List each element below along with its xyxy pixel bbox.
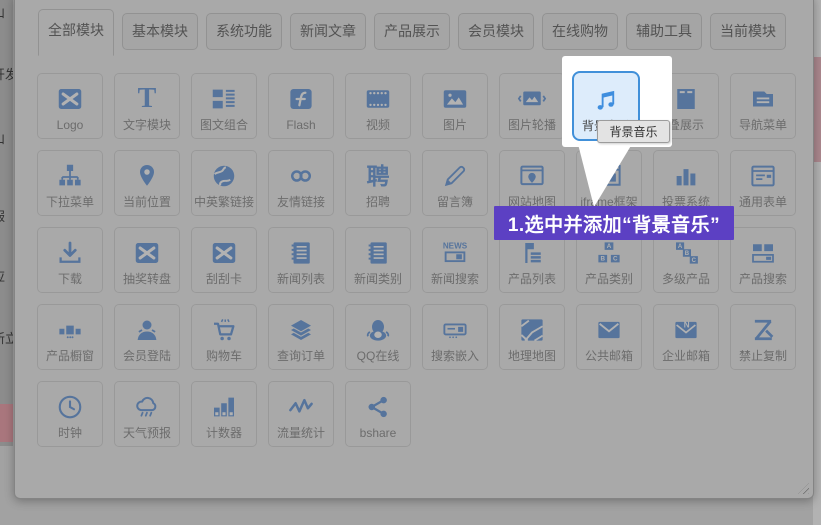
- tour-step-banner: 1.选中并添加“背景音乐”: [494, 206, 734, 240]
- module-tooltip: 背景音乐: [597, 120, 670, 143]
- screen: 山开发山服应新立 全部模块基本模块系统功能新闻文章产品展示会员模块在线购物辅助工…: [0, 0, 821, 525]
- callout-pointer: [576, 143, 634, 209]
- tour-step-text: 1.选中并添加“背景音乐”: [508, 210, 720, 237]
- music-note-icon: [591, 84, 621, 116]
- tooltip-text: 背景音乐: [609, 123, 657, 140]
- dim-overlay: [0, 0, 821, 525]
